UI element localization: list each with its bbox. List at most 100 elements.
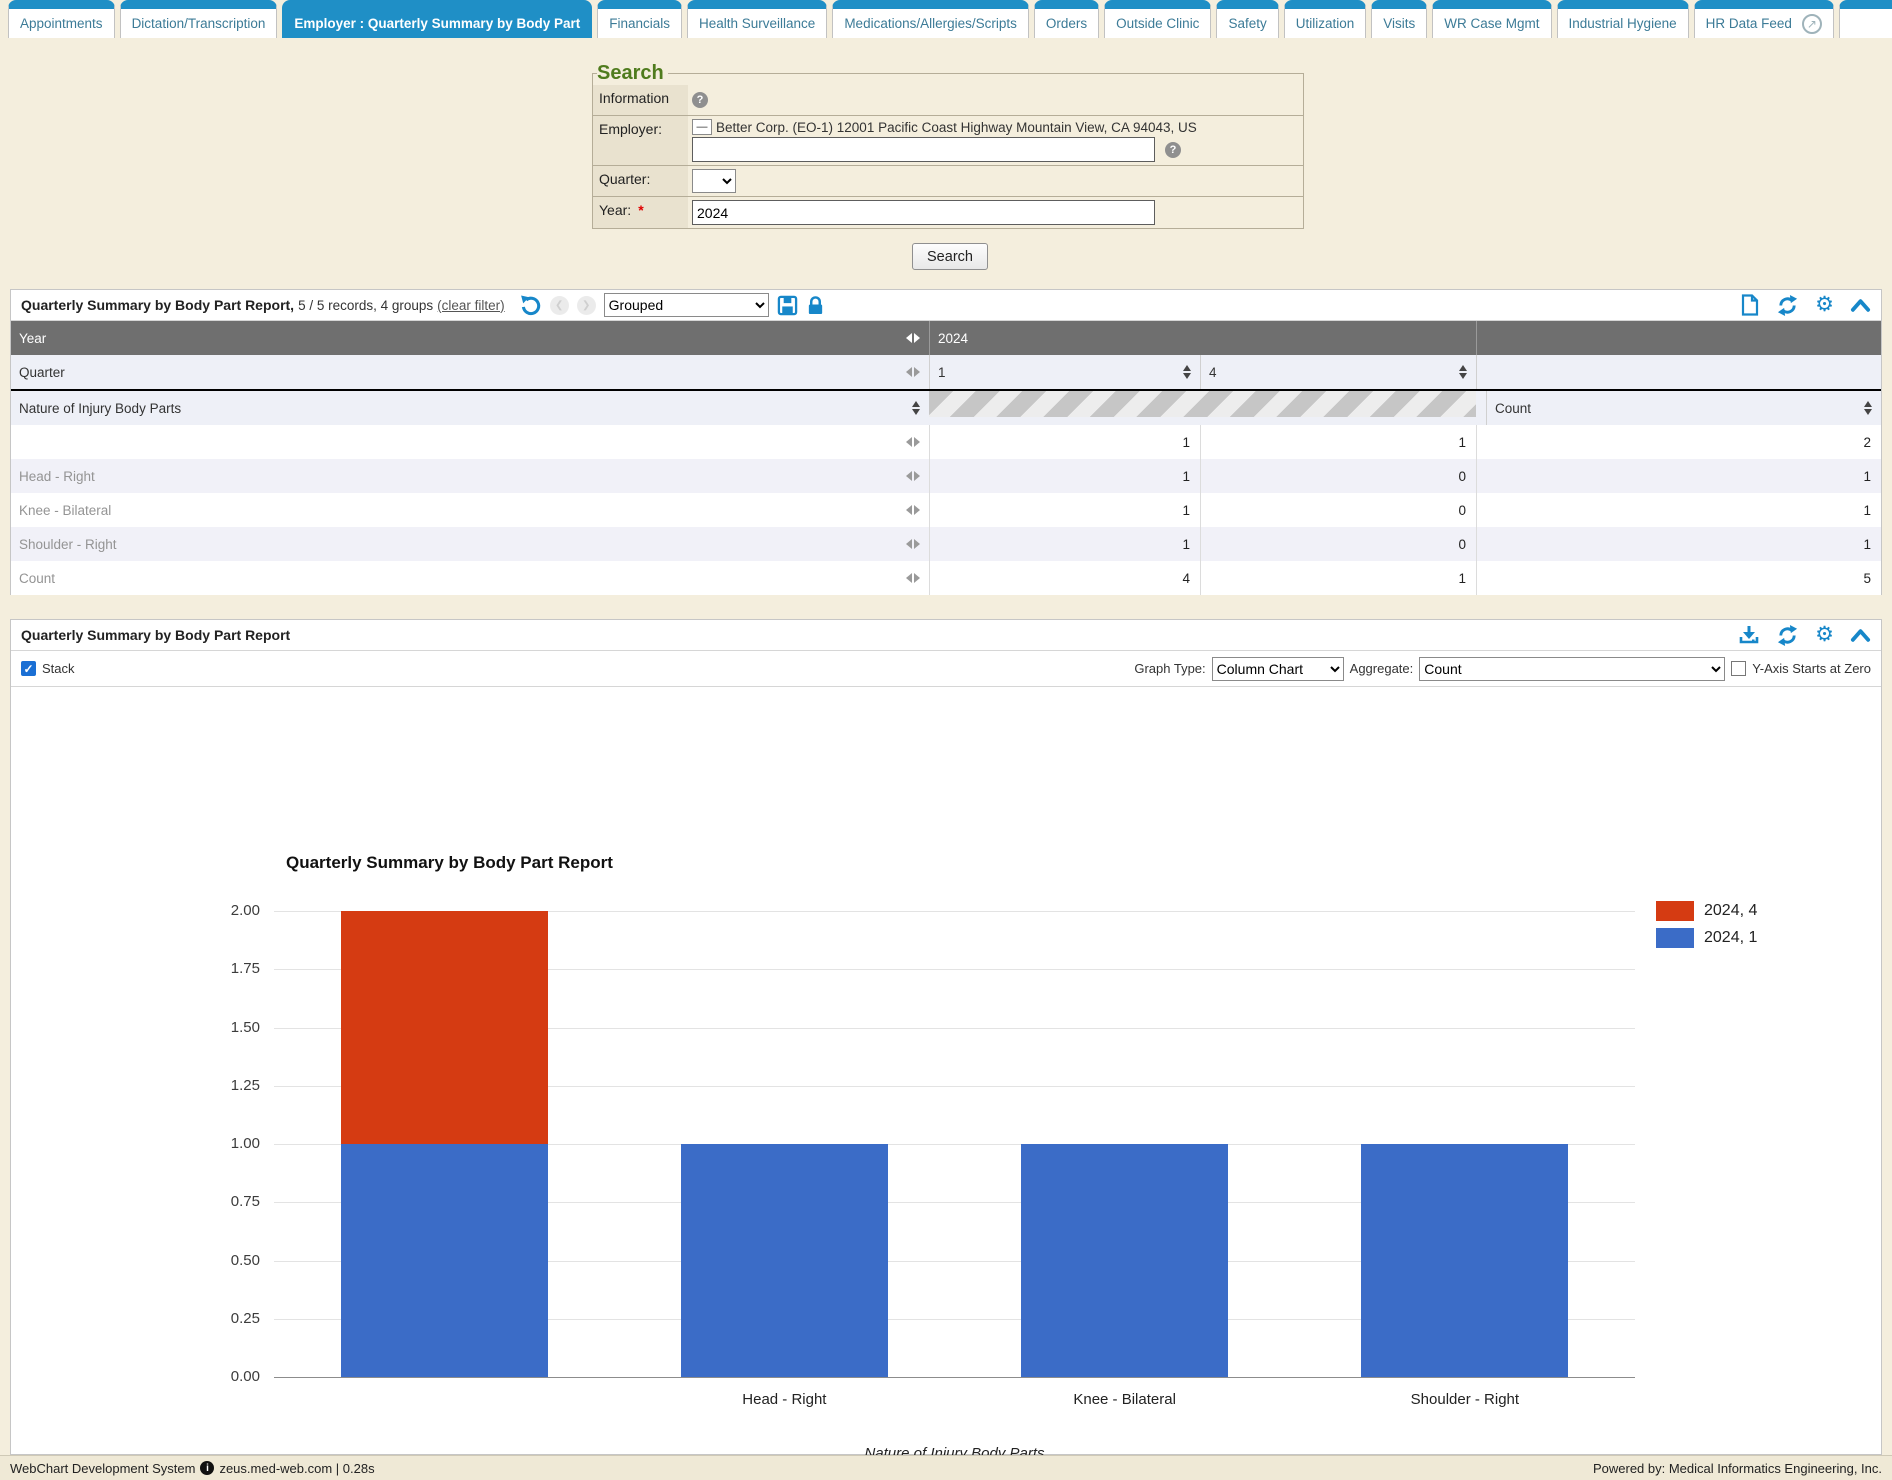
y-tick-label: 2.00 [200, 902, 260, 919]
tab-utilization[interactable]: Utilization [1284, 0, 1367, 38]
stack-checkbox[interactable]: ✓ [21, 661, 36, 676]
tab-wr-case-mgmt[interactable]: WR Case Mgmt [1432, 0, 1551, 38]
move-columns-icon[interactable] [906, 573, 920, 583]
chart-panel-title: Quarterly Summary by Body Part Report [21, 627, 290, 643]
bar-segment-q1 [341, 1144, 548, 1377]
employer-search-input[interactable] [692, 137, 1155, 162]
bar-segment-q1 [1021, 1144, 1228, 1377]
chart-panel-header: Quarterly Summary by Body Part Report ⚙ [11, 620, 1881, 651]
y-tick-label: 0.75 [200, 1193, 260, 1210]
legend-swatch [1656, 928, 1694, 948]
information-help-icon[interactable]: ? [692, 92, 708, 108]
tab-dictation-transcription[interactable]: Dictation/Transcription [120, 0, 278, 38]
tab-label: Health Surveillance [699, 16, 815, 31]
undo-icon[interactable] [519, 294, 542, 317]
search-button[interactable]: Search [912, 243, 988, 270]
move-columns-icon[interactable] [906, 333, 920, 343]
tab-health-surveillance[interactable]: Health Surveillance [687, 0, 827, 38]
tab-label: WR Case Mgmt [1444, 16, 1539, 31]
move-columns-icon[interactable] [906, 539, 920, 549]
info-icon[interactable]: i [200, 1461, 214, 1475]
quarter-select[interactable] [692, 169, 736, 193]
footer-host: zeus.med-web.com | 0.28s [219, 1461, 374, 1476]
settings-gear-icon[interactable]: ⚙ [1815, 625, 1834, 645]
move-columns-icon[interactable] [906, 367, 920, 377]
sort-icon[interactable] [1864, 401, 1872, 415]
download-icon[interactable] [1738, 624, 1760, 646]
move-columns-icon[interactable] [906, 437, 920, 447]
collapse-panel-icon[interactable] [1850, 298, 1871, 313]
bar-segment-q1 [681, 1144, 888, 1377]
settings-gear-icon[interactable]: ⚙ [1815, 295, 1834, 315]
view-mode-select[interactable]: Grouped [604, 293, 769, 317]
aggregate-label: Aggregate: [1350, 661, 1414, 676]
tab-financials[interactable]: Financials [597, 0, 682, 38]
prev-page-icon[interactable]: ❮ [550, 296, 569, 315]
plot-area [274, 911, 1635, 1377]
y-tick-label: 0.50 [200, 1252, 260, 1269]
move-columns-icon[interactable] [906, 505, 920, 515]
tab-hr-data-feed[interactable]: HR Data Feed↗ [1694, 0, 1834, 38]
cell-value: 1 [1458, 571, 1466, 586]
lock-icon[interactable] [806, 295, 825, 316]
year-label: Year: * [593, 197, 688, 228]
year-input[interactable] [692, 200, 1155, 225]
cell-value: 0 [1458, 469, 1466, 484]
aggregate-select[interactable]: Count [1419, 657, 1725, 681]
tab-medications-allergies-scripts[interactable]: Medications/Allergies/Scripts [832, 0, 1029, 38]
legend-swatch [1656, 901, 1694, 921]
y-tick-label: 1.00 [200, 1135, 260, 1152]
table-panel-title: Quarterly Summary by Body Part Report, [21, 297, 294, 313]
tab-label: Utilization [1296, 16, 1355, 31]
table-row: Count415 [11, 561, 1881, 595]
clear-filter-link[interactable]: (clear filter) [437, 298, 505, 313]
quarter-row: Quarter: [593, 165, 1303, 196]
count-column-header: Count [1495, 401, 1531, 416]
quarter-row-label: Quarter [19, 365, 65, 380]
tab-industrial-hygiene[interactable]: Industrial Hygiene [1557, 0, 1689, 38]
save-icon[interactable] [777, 295, 798, 316]
report-table-panel: Quarterly Summary by Body Part Report, 5… [10, 289, 1882, 595]
year-row-label: Year [19, 331, 46, 346]
table-row: Shoulder - Right101 [11, 527, 1881, 561]
sort-icon[interactable] [1183, 365, 1191, 379]
tab-visits[interactable]: Visits [1371, 0, 1427, 38]
tab-safety[interactable]: Safety [1216, 0, 1278, 38]
collapse-panel-icon[interactable] [1850, 628, 1871, 643]
refresh-icon[interactable] [1776, 294, 1799, 317]
cell-value: 1 [1863, 537, 1871, 552]
sort-icon[interactable] [912, 401, 920, 415]
refresh-icon[interactable] [1776, 624, 1799, 647]
table-quarter-row: Quarter 1 4 [11, 355, 1881, 389]
tab-label: Dictation/Transcription [132, 16, 266, 31]
table-row: Knee - Bilateral101 [11, 493, 1881, 527]
tab-partial[interactable] [1839, 0, 1892, 38]
tab-employer-quarterly-summary-by-body-part[interactable]: Employer : Quarterly Summary by Body Par… [282, 0, 592, 38]
tab-outside-clinic[interactable]: Outside Clinic [1104, 0, 1211, 38]
chart-legend: 2024, 42024, 1 [1656, 901, 1757, 948]
next-page-icon[interactable]: ❯ [577, 296, 596, 315]
graph-type-select[interactable]: Column Chart [1212, 657, 1344, 681]
tab-appointments[interactable]: Appointments [8, 0, 115, 38]
cell-value: 1 [1863, 503, 1871, 518]
chart-controls-bar: ✓ Stack Graph Type: Column Chart Aggrega… [11, 651, 1881, 687]
yaxis-zero-label: Y-Axis Starts at Zero [1752, 661, 1871, 676]
cell-value: 1 [1182, 435, 1190, 450]
external-link-icon[interactable]: ↗ [1802, 14, 1822, 34]
new-document-icon[interactable] [1740, 294, 1760, 316]
tab-orders[interactable]: Orders [1034, 0, 1099, 38]
status-bar: WebChart Development System i zeus.med-w… [0, 1455, 1892, 1480]
cell-value: 4 [1182, 571, 1190, 586]
legend-label: 2024, 4 [1704, 902, 1757, 920]
tab-label: Outside Clinic [1116, 16, 1199, 31]
chart-canvas: Quarterly Summary by Body Part Report Na… [11, 693, 1881, 1453]
bar-segment-q4 [341, 911, 548, 1144]
tab-label: Employer : Quarterly Summary by Body Par… [294, 16, 580, 31]
move-columns-icon[interactable] [906, 471, 920, 481]
employer-collapse-button[interactable]: — [692, 119, 712, 135]
cell-value: 0 [1458, 537, 1466, 552]
sort-icon[interactable] [1459, 365, 1467, 379]
employer-help-icon[interactable]: ? [1165, 142, 1181, 158]
table-body: 112Head - Right101Knee - Bilateral101Sho… [11, 425, 1881, 595]
yaxis-zero-checkbox[interactable] [1731, 661, 1746, 676]
